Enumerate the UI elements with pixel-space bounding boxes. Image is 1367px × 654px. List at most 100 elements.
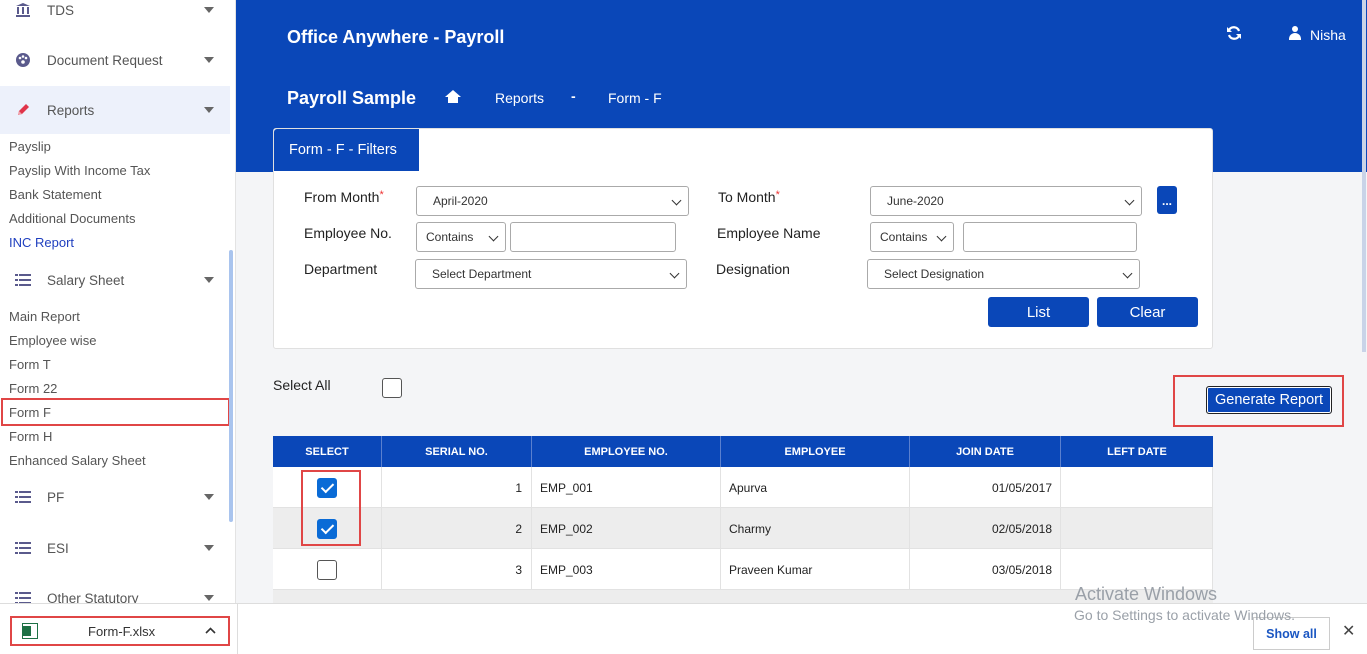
employee-no-cell: EMP_001 — [532, 467, 721, 508]
sidebar-menu-pf[interactable]: PF — [0, 473, 230, 521]
join-date-cell: 01/05/2017 — [910, 467, 1061, 508]
chevron-down-icon — [204, 7, 214, 13]
breadcrumb-reports[interactable]: Reports — [495, 90, 544, 106]
sidebar-menu-salary-sheet[interactable]: Salary Sheet — [0, 256, 230, 304]
clear-button[interactable]: Clear — [1097, 297, 1198, 327]
designation-label: Designation — [716, 261, 790, 277]
sidebar-menu-tds[interactable]: TDS — [0, 0, 230, 34]
sidebar-item-bank-statement[interactable]: Bank Statement — [9, 187, 102, 202]
table-row: 3 EMP_003 Praveen Kumar 03/05/2018 — [273, 549, 1213, 590]
employee-no-cell: EMP_003 — [532, 549, 721, 590]
department-value: Select Department — [432, 267, 532, 281]
download-file-name: Form-F.xlsx — [88, 623, 156, 639]
column-header[interactable]: LEFT DATE — [1061, 436, 1213, 467]
chevron-down-icon — [204, 545, 214, 551]
chevron-down-icon — [204, 57, 214, 63]
sidebar-item-additional-documents[interactable]: Additional Documents — [9, 211, 135, 226]
sidebar-menu-reports[interactable]: Reports — [0, 86, 230, 134]
employee-name-operator[interactable]: Contains — [870, 222, 954, 252]
sidebar-item-employee-wise[interactable]: Employee wise — [9, 333, 96, 348]
sidebar-item-enhanced-salary-sheet[interactable]: Enhanced Salary Sheet — [9, 453, 146, 468]
employee-no-operator-value: Contains — [426, 230, 474, 244]
from-month-select[interactable]: April-2020 — [416, 186, 689, 216]
chevron-down-icon — [936, 231, 947, 242]
user-name[interactable]: Nisha — [1310, 27, 1346, 43]
chevron-down-icon — [204, 494, 214, 500]
to-month-select[interactable]: June-2020 — [870, 186, 1142, 216]
excel-file-icon — [22, 623, 38, 639]
sidebar-item-payslip[interactable]: Payslip — [9, 139, 51, 154]
serial-cell: 3 — [382, 549, 532, 590]
sidebar-menu-label: Document Request — [47, 52, 163, 68]
breadcrumb-company: Payroll Sample — [287, 88, 417, 108]
chevron-down-icon — [204, 277, 214, 283]
sidebar-item-form-22[interactable]: Form 22 — [9, 381, 57, 396]
row-checkbox[interactable] — [317, 559, 337, 580]
chevron-down-icon — [1122, 268, 1133, 279]
employee-cell: Praveen Kumar — [721, 549, 910, 590]
column-header[interactable]: EMPLOYEE — [721, 436, 910, 467]
sidebar-menu-document-request[interactable]: Document Request — [0, 36, 230, 84]
from-month-value: April-2020 — [433, 194, 488, 208]
list-icon — [14, 589, 32, 603]
divider — [237, 604, 238, 654]
sidebar-item-payslip-income-tax[interactable]: Payslip With Income Tax — [9, 163, 150, 178]
designation-value: Select Designation — [884, 267, 985, 281]
serial-cell: 2 — [382, 508, 532, 549]
filters-tab[interactable]: Form - F - Filters — [274, 129, 419, 171]
sidebar-item-form-h[interactable]: Form H — [9, 429, 52, 444]
chevron-up-icon[interactable] — [205, 625, 216, 637]
activate-windows-title: Activate Windows — [1075, 584, 1218, 604]
sidebar-item-inc-report[interactable]: INC Report — [9, 235, 74, 250]
sidebar: TDS Document Request Reports Payslip Pay… — [0, 0, 236, 603]
list-button[interactable]: List — [988, 297, 1089, 327]
sidebar-menu-label: Other Statutory — [47, 590, 139, 604]
list-icon — [14, 271, 32, 289]
serial-cell: 1 — [382, 467, 532, 508]
more-options-button[interactable]: ... — [1157, 186, 1177, 214]
left-date-cell — [1061, 508, 1213, 549]
breadcrumb-page: Form - F — [608, 90, 662, 106]
generate-report-button[interactable]: Generate Report — [1206, 386, 1332, 414]
pencil-icon — [14, 101, 32, 119]
sidebar-menu-label: Reports — [47, 102, 95, 118]
join-date-cell: 03/05/2018 — [910, 549, 1061, 590]
page-scrollbar[interactable] — [1362, 0, 1366, 352]
table-row — [273, 590, 1213, 603]
bank-icon — [14, 1, 32, 19]
from-month-label: From Month* — [304, 189, 384, 205]
column-header[interactable]: SERIAL NO. — [382, 436, 532, 467]
department-label: Department — [304, 261, 378, 277]
department-select[interactable]: Select Department — [415, 259, 687, 289]
column-header[interactable]: EMPLOYEE NO. — [532, 436, 721, 467]
refresh-icon[interactable] — [1226, 25, 1242, 46]
download-item[interactable]: Form-F.xlsx — [10, 616, 230, 646]
employee-no-input[interactable] — [510, 222, 676, 252]
user-icon[interactable] — [1289, 26, 1301, 40]
chevron-down-icon — [669, 268, 680, 279]
employee-name-operator-value: Contains — [880, 230, 928, 244]
designation-select[interactable]: Select Designation — [867, 259, 1140, 289]
chevron-down-icon — [671, 195, 682, 206]
list-icon — [14, 539, 32, 557]
employee-cell: Charmy — [721, 508, 910, 549]
close-icon[interactable]: ✕ — [1342, 621, 1355, 641]
sidebar-item-form-t[interactable]: Form T — [9, 357, 51, 372]
select-cell — [273, 549, 382, 590]
dashboard-icon — [14, 51, 32, 69]
home-icon[interactable] — [445, 90, 461, 104]
left-date-cell — [1061, 467, 1213, 508]
sidebar-item-main-report[interactable]: Main Report — [9, 309, 80, 324]
to-month-value: June-2020 — [887, 194, 944, 208]
column-header[interactable]: JOIN DATE — [910, 436, 1061, 467]
employee-no-operator[interactable]: Contains — [416, 222, 506, 252]
list-icon — [14, 488, 32, 506]
chevron-down-icon — [488, 231, 499, 242]
select-all-checkbox[interactable] — [382, 378, 402, 398]
sidebar-scrollbar[interactable] — [229, 250, 233, 522]
sidebar-menu-esi[interactable]: ESI — [0, 524, 230, 572]
sidebar-menu-other-statutory[interactable]: Other Statutory — [0, 574, 230, 603]
to-month-label: To Month* — [718, 189, 780, 205]
employee-no-cell: EMP_002 — [532, 508, 721, 549]
employee-name-input[interactable] — [963, 222, 1137, 252]
